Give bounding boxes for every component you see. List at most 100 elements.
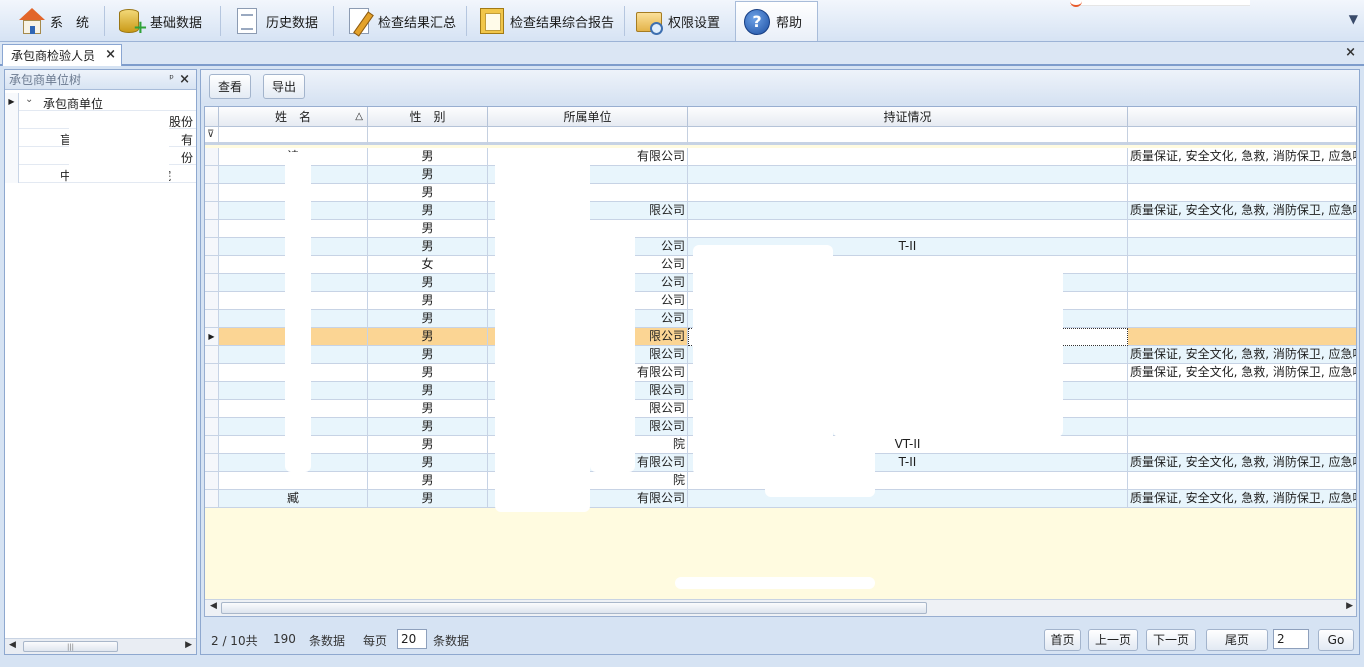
cell-train[interactable] [1128,418,1356,436]
scroll-thumb[interactable] [221,602,927,614]
row-header[interactable] [205,238,219,256]
menu-check-summary[interactable]: 检查结果汇总 [338,2,462,40]
cell-gender[interactable]: 男 [368,490,488,508]
cell-gender[interactable]: 女 [368,256,488,274]
last-page-button[interactable]: 尾页 [1206,629,1268,651]
cell-train[interactable] [1128,184,1356,202]
row-header[interactable] [205,256,219,274]
cell-train[interactable] [1128,292,1356,310]
row-header[interactable] [205,418,219,436]
cell-gender[interactable]: 男 [368,454,488,472]
go-button[interactable]: Go [1318,629,1354,651]
per-page-input[interactable]: 20 [397,629,427,649]
filter-cell-gender[interactable] [368,127,488,145]
cell-train[interactable]: 质量保证, 安全文化, 急救, 消防保卫, 应急响 [1128,346,1356,364]
cell-train[interactable]: 质量保证, 安全文化, 急救, 消防保卫, 应急响 [1128,454,1356,472]
cell-train[interactable] [1128,220,1356,238]
cell-train[interactable] [1128,472,1356,490]
row-header[interactable] [205,292,219,310]
cell-train[interactable] [1128,382,1356,400]
row-header[interactable] [205,202,219,220]
cell-gender[interactable]: 男 [368,220,488,238]
cell-gender[interactable]: 男 [368,400,488,418]
row-header[interactable] [205,148,219,166]
cell-train[interactable] [1128,328,1356,346]
cell-gender[interactable]: 男 [368,292,488,310]
row-header[interactable] [205,454,219,472]
cell-gender[interactable]: 男 [368,364,488,382]
filter-cell-name[interactable] [219,127,368,145]
row-header[interactable] [205,274,219,292]
cell-gender[interactable]: 男 [368,382,488,400]
close-icon[interactable]: × [179,72,190,87]
menu-help[interactable]: ? 帮助 [735,1,818,41]
cell-gender[interactable]: 男 [368,166,488,184]
cell-gender[interactable]: 男 [368,274,488,292]
row-header[interactable] [205,472,219,490]
cell-name[interactable] [219,472,368,490]
tab-contractor-inspectors[interactable]: 承包商检验人员 × [2,44,122,66]
cell-train[interactable]: 质量保证, 安全文化, 急救, 消防保卫, 应急响 [1128,364,1356,382]
cell-train[interactable] [1128,256,1356,274]
row-header[interactable] [205,364,219,382]
table-row[interactable]: 良男 [205,166,1356,184]
cell-cert[interactable] [688,166,1128,184]
scroll-right-icon[interactable]: ▶ [185,640,192,650]
cell-gender[interactable]: 男 [368,436,488,454]
row-header[interactable] [205,490,219,508]
tree-node-root[interactable]: ▶ ⌄ 承包商单位 [5,93,196,111]
cell-train[interactable] [1128,310,1356,328]
cell-cert[interactable] [688,184,1128,202]
row-header[interactable] [205,436,219,454]
column-header-gender[interactable]: 性 别 [368,107,488,127]
cell-cert[interactable] [688,220,1128,238]
cell-gender[interactable]: 男 [368,346,488,364]
prev-page-button[interactable]: 上一页 [1088,629,1138,651]
next-page-button[interactable]: 下一页 [1146,629,1196,651]
cell-gender[interactable]: 男 [368,418,488,436]
grid-horizontal-scrollbar[interactable]: ◀ ▶ [205,599,1356,616]
menu-system[interactable]: 系 统 [10,2,95,40]
cell-train[interactable]: 质量保证, 安全文化, 急救, 消防保卫, 应急响 [1128,148,1356,166]
scroll-left-icon[interactable]: ◀ [9,640,16,650]
table-row[interactable]: 冬男限公司质量保证, 安全文化, 急救, 消防保卫, 应急响 [205,202,1356,220]
cell-cert[interactable] [688,490,1128,508]
row-header[interactable] [205,310,219,328]
menu-check-report[interactable]: 检查结果综合报告 [470,2,620,40]
scroll-right-icon[interactable]: ▶ [1346,601,1353,611]
cell-gender[interactable]: 男 [368,148,488,166]
cell-gender[interactable]: 男 [368,328,488,346]
pin-icon[interactable]: ᵖ [169,72,174,85]
cell-cert[interactable] [688,202,1128,220]
close-icon[interactable]: × [105,47,116,62]
menu-base-data[interactable]: 基础数据 [110,2,208,40]
scroll-left-icon[interactable]: ◀ [210,601,217,611]
cell-train[interactable]: 质量保证, 安全文化, 急救, 消防保卫, 应急响 [1128,490,1356,508]
view-button[interactable]: 查看 [209,74,252,99]
goto-page-input[interactable]: 2 [1273,629,1309,649]
cell-train[interactable]: 质量保证, 安全文化, 急救, 消防保卫, 应急响 [1128,202,1356,220]
close-all-icon[interactable]: × [1345,45,1356,60]
cell-train[interactable] [1128,274,1356,292]
row-header[interactable]: ▶ [205,328,219,346]
cell-cert[interactable] [688,148,1128,166]
collapse-icon[interactable]: ⌄ [25,94,33,105]
scroll-thumb[interactable]: ||| [23,641,118,652]
first-page-button[interactable]: 首页 [1044,629,1081,651]
export-button[interactable]: 导出 [263,74,306,99]
cell-gender[interactable]: 男 [368,184,488,202]
column-header-unit[interactable]: 所属单位 [488,107,688,127]
cell-train[interactable] [1128,400,1356,418]
filter-cell-cert[interactable] [688,127,1128,145]
cell-train[interactable] [1128,238,1356,256]
filter-cell-unit[interactable] [488,127,688,145]
chevron-down-icon[interactable]: ▼ [1349,12,1358,26]
row-header[interactable] [205,220,219,238]
table-row[interactable]: 诗男有限公司质量保证, 安全文化, 急救, 消防保卫, 应急响 [205,148,1356,166]
menu-permissions[interactable]: 权限设置 [628,2,726,40]
row-header[interactable] [205,166,219,184]
cell-train[interactable] [1128,166,1356,184]
cell-gender[interactable]: 男 [368,238,488,256]
row-header[interactable] [205,346,219,364]
table-row[interactable]: 川男 [205,184,1356,202]
